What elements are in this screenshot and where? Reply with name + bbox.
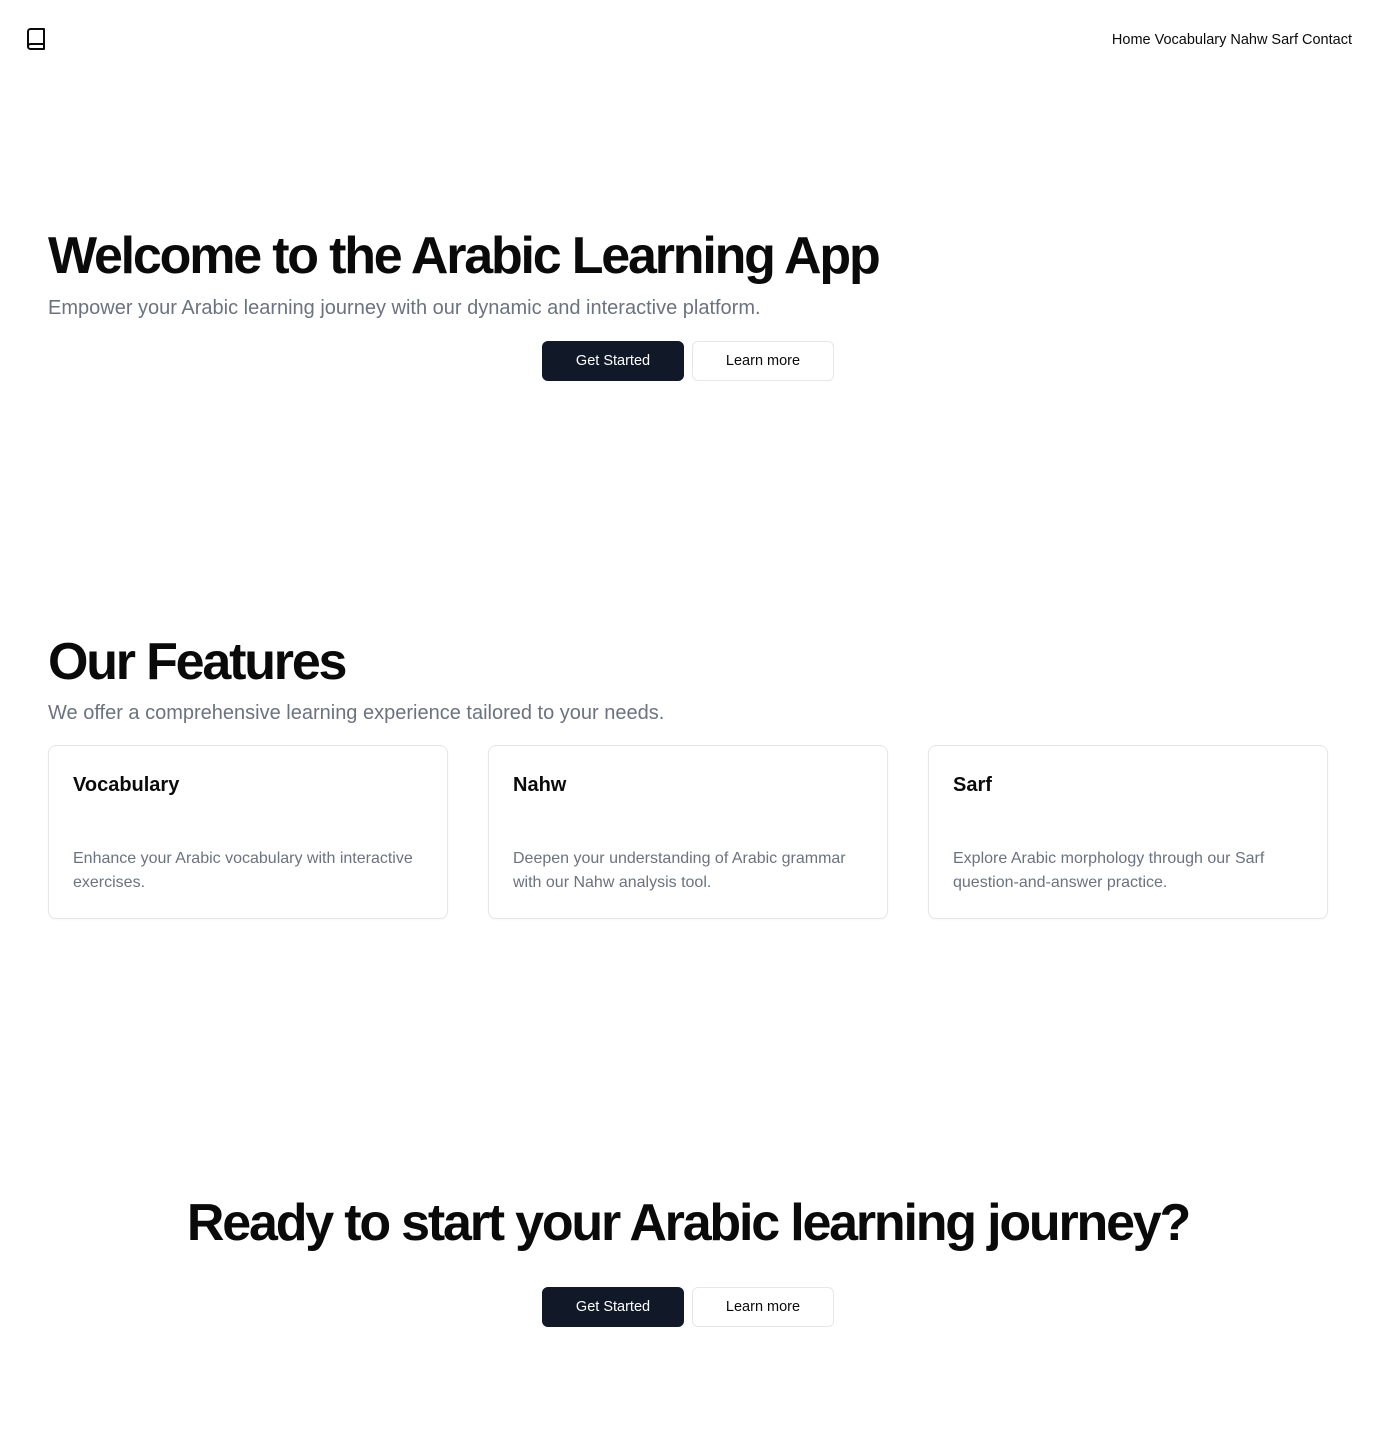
cta-get-started-button[interactable]: Get Started <box>542 1287 684 1327</box>
cta-button-group: Get Started Learn more <box>542 1287 834 1327</box>
page: Home Vocabulary Nahw Sarf Contact Welcom… <box>0 0 1376 1455</box>
hero-button-group: Get Started Learn more <box>542 341 834 381</box>
learn-more-button[interactable]: Learn more <box>692 341 834 381</box>
get-started-button[interactable]: Get Started <box>542 341 684 381</box>
book-icon[interactable] <box>24 27 48 51</box>
features-title: Our Features <box>48 633 347 691</box>
feature-card-title: Sarf <box>953 774 992 796</box>
main-nav: Home Vocabulary Nahw Sarf Contact <box>1112 31 1352 49</box>
feature-card-description: Explore Arabic morphology through our Sa… <box>953 850 1265 891</box>
feature-card-title: Vocabulary <box>73 774 180 796</box>
nav-link-home[interactable]: Home <box>1112 31 1151 49</box>
cta-learn-more-button[interactable]: Learn more <box>692 1287 834 1327</box>
feature-card-description: Enhance your Arabic vocabulary with inte… <box>73 850 413 891</box>
feature-card-vocabulary: Vocabulary Enhance your Arabic vocabular… <box>48 745 448 919</box>
features-subtitle: We offer a comprehensive learning experi… <box>48 702 665 724</box>
site-header: Home Vocabulary Nahw Sarf Contact <box>0 0 1376 80</box>
nav-link-nahw[interactable]: Nahw <box>1230 31 1267 49</box>
hero-subtitle: Empower your Arabic learning journey wit… <box>48 297 761 319</box>
feature-card-sarf: Sarf Explore Arabic morphology through o… <box>928 745 1328 919</box>
feature-card-description: Deepen your understanding of Arabic gram… <box>513 850 846 891</box>
hero-title: Welcome to the Arabic Learning App <box>48 227 881 285</box>
nav-link-contact[interactable]: Contact <box>1302 31 1352 49</box>
nav-link-vocabulary[interactable]: Vocabulary <box>1155 31 1227 49</box>
feature-card-nahw: Nahw Deepen your understanding of Arabic… <box>488 745 888 919</box>
cta-title: Ready to start your Arabic learning jour… <box>186 1194 1191 1252</box>
feature-card-title: Nahw <box>513 774 567 796</box>
nav-link-sarf[interactable]: Sarf <box>1271 31 1298 49</box>
